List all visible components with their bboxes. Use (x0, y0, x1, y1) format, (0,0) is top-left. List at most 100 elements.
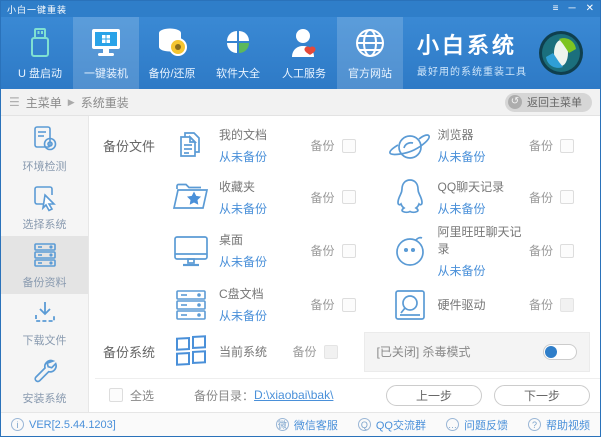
folder-star-icon (163, 177, 219, 217)
software-clover-icon (223, 26, 253, 60)
list-icon: ☰ (9, 95, 20, 109)
support-person-icon (289, 26, 319, 60)
select-all-label: 全选 (130, 388, 155, 403)
backup-row: C盘文档 从未备份 备份 硬件驱动 备份 (95, 279, 600, 330)
antivirus-mode-label: [已关闭] 杀毒模式 (376, 345, 471, 360)
sidebar-item-download-files[interactable]: 下载文件 (1, 294, 88, 352)
version-info: i VER[2.5.44.1203] (11, 418, 116, 431)
next-step-button[interactable]: 下一步 (494, 384, 590, 406)
qq-group-link[interactable]: Q QQ交流群 (357, 417, 426, 433)
backup-checkbox-label: 备份 (310, 298, 335, 313)
nav-item-software-collection[interactable]: 软件大全 (205, 17, 271, 89)
backup-row: 收藏夹 从未备份 备份 QQ聊天记录 从未备份 备份 (95, 171, 600, 222)
backup-item-c-drive-docs: C盘文档 从未备份 备份 (163, 285, 382, 325)
backup-checkbox-hardware-drivers[interactable] (560, 297, 574, 312)
wrench-icon (30, 356, 60, 386)
backup-checkbox-my-documents[interactable] (341, 138, 356, 153)
footer-link-label: 微信客服 (293, 419, 338, 432)
item-status-link[interactable]: 从未备份 (219, 307, 310, 324)
title-bar: 小白一键重装 ≡ ─ ✕ (1, 1, 600, 17)
feedback-bubble-icon: … (446, 418, 459, 431)
backup-row: 备份系统 当前系统 备份 [已关闭] 杀毒模式 (95, 330, 600, 373)
bottom-action-bar: 全选 备份目录： D:\xiaobai\bak\ 上一步 下一步 (95, 377, 600, 412)
nav-label: U 盘启动 (18, 67, 62, 80)
antivirus-mode-box: [已关闭] 杀毒模式 (363, 331, 590, 372)
item-status-link[interactable]: 从未备份 (219, 148, 310, 165)
breadcrumb-current: 系统重装 (80, 95, 129, 110)
item-status-link[interactable]: 从未备份 (438, 262, 529, 279)
footer-link-label: QQ交流群 (375, 419, 426, 432)
brand-area: 小白系统 最好用的系统重装工具 (417, 17, 600, 89)
sidebar-item-label: 下载文件 (22, 335, 67, 347)
breadcrumb-root[interactable]: 主菜单 (26, 94, 62, 111)
browser-planet-icon (382, 126, 438, 166)
backup-item-my-documents: 我的文档 从未备份 备份 (163, 126, 382, 166)
backup-checkbox-label: 备份 (528, 298, 553, 313)
usb-drive-icon (27, 26, 53, 60)
backup-checkbox-aliwangwang-history[interactable] (560, 243, 574, 258)
desktop-monitor-icon (163, 231, 219, 271)
backup-checkbox-desktop[interactable] (341, 243, 356, 258)
drive-search-icon (382, 285, 438, 325)
windows-logo-icon (163, 333, 219, 371)
minimize-icon[interactable]: ─ (569, 4, 576, 14)
sidebar-item-select-system[interactable]: 选择系统 (1, 178, 88, 236)
toggle-knob (545, 345, 557, 358)
nav-item-backup-restore[interactable]: 备份/还原 (139, 17, 205, 89)
backup-checkbox-browser[interactable] (560, 138, 574, 153)
prev-step-button[interactable]: 上一步 (386, 384, 482, 406)
backup-dir-link[interactable]: D:\xiaobai\bak\ (254, 388, 333, 402)
sidebar-item-env-check[interactable]: 环境检测 (1, 120, 88, 178)
backup-checkbox-label: 备份 (528, 244, 553, 259)
chevron-right-icon: ▶ (67, 96, 75, 107)
server-stack-icon (163, 285, 219, 325)
back-arrow-icon: ↺ (508, 95, 522, 109)
antivirus-mode-toggle[interactable] (543, 343, 577, 360)
monitor-install-icon (89, 26, 123, 60)
sidebar-item-backup-data[interactable]: 备份资料 (1, 236, 88, 294)
item-status-link[interactable]: 从未备份 (219, 200, 310, 217)
backup-checkbox-current-system[interactable] (323, 344, 338, 359)
nav-item-usb-boot[interactable]: U 盘启动 (7, 17, 73, 89)
nav-label: 备份/还原 (148, 67, 196, 80)
wechat-support-link[interactable]: 微 微信客服 (275, 417, 338, 433)
select-all-checkbox[interactable] (109, 388, 123, 403)
backup-item-hardware-drivers: 硬件驱动 备份 (382, 285, 601, 325)
sidebar: 环境检测 选择系统 备份资料 下载文件 安装系统 (1, 116, 89, 412)
item-status-link[interactable]: 从未备份 (438, 200, 529, 217)
close-icon[interactable]: ✕ (586, 4, 594, 14)
backup-row: 桌面 从未备份 备份 阿里旺旺聊天记录 从未备份 备份 (95, 223, 600, 279)
item-status-link[interactable]: 从未备份 (438, 148, 529, 165)
qq-icon: Q (357, 418, 371, 431)
item-name: 阿里旺旺聊天记录 (437, 224, 522, 256)
database-backup-icon (155, 26, 189, 60)
backup-checkbox-label: 备份 (310, 190, 335, 205)
select-system-icon (30, 182, 60, 212)
sidebar-item-label: 安装系统 (22, 393, 67, 405)
globe-icon (354, 26, 386, 60)
qq-penguin-icon (382, 176, 438, 218)
download-icon (30, 298, 60, 328)
backup-item-desktop: 桌面 从未备份 备份 (163, 231, 382, 271)
backup-checkbox-c-drive-docs[interactable] (341, 297, 356, 312)
item-status-link[interactable]: 从未备份 (219, 253, 310, 270)
sidebar-item-install-system[interactable]: 安装系统 (1, 352, 88, 410)
help-video-link[interactable]: ? 帮助视频 (528, 417, 590, 433)
feedback-link[interactable]: … 问题反馈 (446, 417, 508, 433)
aliwangwang-icon (382, 231, 438, 271)
back-to-main-menu-button[interactable]: ↺ 返回主菜单 (505, 92, 592, 112)
menu-icon[interactable]: ≡ (553, 4, 559, 14)
nav-item-support[interactable]: 人工服务 (271, 17, 337, 89)
backup-checkbox-favorites[interactable] (341, 190, 356, 205)
item-name: 硬件驱动 (437, 298, 486, 313)
backup-data-icon (30, 240, 60, 270)
section-label-backup-system: 备份系统 (103, 345, 156, 361)
backup-checkbox-label: 备份 (310, 139, 335, 154)
nav-item-official-website[interactable]: 官方网站 (337, 17, 403, 89)
backup-checkbox-qq-history[interactable] (560, 190, 574, 205)
info-icon: i (11, 418, 24, 431)
nav-item-one-click-install[interactable]: 一键装机 (73, 17, 139, 89)
wechat-icon: 微 (275, 418, 289, 431)
window-title: 小白一键重装 (7, 4, 68, 15)
breadcrumb: ☰ 主菜单 ▶ 系统重装 ↺ 返回主菜单 (1, 89, 600, 116)
